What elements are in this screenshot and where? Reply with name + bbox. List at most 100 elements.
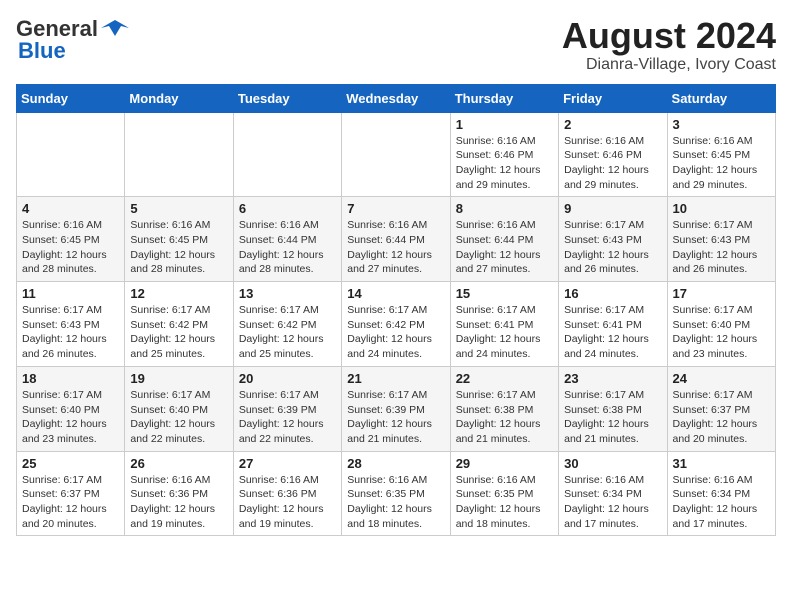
calendar-cell: 5 Sunrise: 6:16 AM Sunset: 6:45 PM Daylig…: [125, 197, 233, 282]
calendar-cell: 12 Sunrise: 6:17 AM Sunset: 6:42 PM Dayli…: [125, 282, 233, 367]
calendar-cell: 10 Sunrise: 6:17 AM Sunset: 6:43 PM Dayli…: [667, 197, 775, 282]
day-number: 6: [239, 201, 336, 216]
calendar-cell: [342, 112, 450, 197]
month-year: August 2024: [562, 16, 776, 56]
day-number: 22: [456, 371, 553, 386]
day-info: Sunrise: 6:17 AM Sunset: 6:43 PM Dayligh…: [22, 303, 119, 362]
day-info: Sunrise: 6:16 AM Sunset: 6:36 PM Dayligh…: [130, 473, 227, 532]
day-info: Sunrise: 6:17 AM Sunset: 6:38 PM Dayligh…: [456, 388, 553, 447]
day-info: Sunrise: 6:17 AM Sunset: 6:41 PM Dayligh…: [564, 303, 661, 362]
calendar-cell: 29Sunrise: 6:16 AM Sunset: 6:35 PM Dayli…: [450, 451, 558, 536]
calendar-week-row: 25 Sunrise: 6:17 AM Sunset: 6:37 PM Dayli…: [17, 451, 776, 536]
day-info: Sunrise: 6:17 AM Sunset: 6:42 PM Dayligh…: [130, 303, 227, 362]
calendar-cell: 11 Sunrise: 6:17 AM Sunset: 6:43 PM Dayli…: [17, 282, 125, 367]
day-number: 23: [564, 371, 661, 386]
calendar-cell: 13 Sunrise: 6:17 AM Sunset: 6:42 PM Dayli…: [233, 282, 341, 367]
day-number: 16: [564, 286, 661, 301]
day-number: 3: [673, 117, 770, 132]
calendar-week-row: 1 Sunrise: 6:16 AM Sunset: 6:46 PM Daylig…: [17, 112, 776, 197]
calendar-cell: 31Sunrise: 6:16 AM Sunset: 6:34 PM Dayli…: [667, 451, 775, 536]
weekday-header: Wednesday: [342, 84, 450, 112]
day-number: 26: [130, 456, 227, 471]
calendar-week-row: 11 Sunrise: 6:17 AM Sunset: 6:43 PM Dayli…: [17, 282, 776, 367]
day-number: 14: [347, 286, 444, 301]
day-info: Sunrise: 6:17 AM Sunset: 6:42 PM Dayligh…: [347, 303, 444, 362]
calendar-cell: 22 Sunrise: 6:17 AM Sunset: 6:38 PM Dayli…: [450, 366, 558, 451]
day-info: Sunrise: 6:16 AM Sunset: 6:36 PM Dayligh…: [239, 473, 336, 532]
weekday-header: Friday: [559, 84, 667, 112]
calendar-cell: 25 Sunrise: 6:17 AM Sunset: 6:37 PM Dayli…: [17, 451, 125, 536]
calendar-cell: 27 Sunrise: 6:16 AM Sunset: 6:36 PM Dayli…: [233, 451, 341, 536]
day-info: Sunrise: 6:17 AM Sunset: 6:38 PM Dayligh…: [564, 388, 661, 447]
day-number: 18: [22, 371, 119, 386]
calendar-cell: 1Sunrise: 6:16 AM Sunset: 6:46 PM Daylig…: [450, 112, 558, 197]
day-info: Sunrise: 6:16 AM Sunset: 6:45 PM Dayligh…: [130, 218, 227, 277]
weekday-header: Sunday: [17, 84, 125, 112]
day-number: 27: [239, 456, 336, 471]
calendar-cell: 23 Sunrise: 6:17 AM Sunset: 6:38 PM Dayli…: [559, 366, 667, 451]
weekday-header: Tuesday: [233, 84, 341, 112]
day-number: 11: [22, 286, 119, 301]
day-number: 12: [130, 286, 227, 301]
day-info: Sunrise: 6:17 AM Sunset: 6:40 PM Dayligh…: [22, 388, 119, 447]
day-number: 8: [456, 201, 553, 216]
day-info: Sunrise: 6:16 AM Sunset: 6:44 PM Dayligh…: [347, 218, 444, 277]
calendar-cell: 17Sunrise: 6:17 AM Sunset: 6:40 PM Dayli…: [667, 282, 775, 367]
logo: General Blue: [16, 16, 130, 64]
calendar-cell: 21 Sunrise: 6:17 AM Sunset: 6:39 PM Dayli…: [342, 366, 450, 451]
calendar-cell: 24 Sunrise: 6:17 AM Sunset: 6:37 PM Dayli…: [667, 366, 775, 451]
calendar-cell: 14 Sunrise: 6:17 AM Sunset: 6:42 PM Dayli…: [342, 282, 450, 367]
calendar-cell: 6Sunrise: 6:16 AM Sunset: 6:44 PM Daylig…: [233, 197, 341, 282]
day-info: Sunrise: 6:17 AM Sunset: 6:42 PM Dayligh…: [239, 303, 336, 362]
day-number: 5: [130, 201, 227, 216]
day-number: 13: [239, 286, 336, 301]
calendar-week-row: 18 Sunrise: 6:17 AM Sunset: 6:40 PM Dayli…: [17, 366, 776, 451]
calendar-cell: 16 Sunrise: 6:17 AM Sunset: 6:41 PM Dayli…: [559, 282, 667, 367]
day-number: 10: [673, 201, 770, 216]
day-info: Sunrise: 6:17 AM Sunset: 6:43 PM Dayligh…: [673, 218, 770, 277]
day-number: 29: [456, 456, 553, 471]
day-number: 9: [564, 201, 661, 216]
day-info: Sunrise: 6:16 AM Sunset: 6:34 PM Dayligh…: [673, 473, 770, 532]
day-info: Sunrise: 6:16 AM Sunset: 6:44 PM Dayligh…: [456, 218, 553, 277]
header: General Blue August 2024 Dianra-Village,…: [16, 16, 776, 74]
location: Dianra-Village, Ivory Coast: [562, 56, 776, 74]
calendar-cell: 19Sunrise: 6:17 AM Sunset: 6:40 PM Dayli…: [125, 366, 233, 451]
day-info: Sunrise: 6:17 AM Sunset: 6:43 PM Dayligh…: [564, 218, 661, 277]
calendar-cell: [233, 112, 341, 197]
day-info: Sunrise: 6:17 AM Sunset: 6:37 PM Dayligh…: [22, 473, 119, 532]
day-info: Sunrise: 6:16 AM Sunset: 6:46 PM Dayligh…: [564, 134, 661, 193]
day-info: Sunrise: 6:16 AM Sunset: 6:35 PM Dayligh…: [347, 473, 444, 532]
logo-blue: Blue: [18, 38, 66, 64]
calendar-cell: 2 Sunrise: 6:16 AM Sunset: 6:46 PM Daylig…: [559, 112, 667, 197]
calendar-cell: [17, 112, 125, 197]
title-area: August 2024 Dianra-Village, Ivory Coast: [562, 16, 776, 74]
day-number: 2: [564, 117, 661, 132]
day-number: 24: [673, 371, 770, 386]
calendar-cell: 26 Sunrise: 6:16 AM Sunset: 6:36 PM Dayli…: [125, 451, 233, 536]
day-info: Sunrise: 6:17 AM Sunset: 6:39 PM Dayligh…: [347, 388, 444, 447]
calendar-cell: 20 Sunrise: 6:17 AM Sunset: 6:39 PM Dayli…: [233, 366, 341, 451]
calendar-cell: 30 Sunrise: 6:16 AM Sunset: 6:34 PM Dayli…: [559, 451, 667, 536]
day-number: 4: [22, 201, 119, 216]
day-number: 7: [347, 201, 444, 216]
calendar-cell: 4 Sunrise: 6:16 AM Sunset: 6:45 PM Daylig…: [17, 197, 125, 282]
calendar-cell: [125, 112, 233, 197]
calendar-cell: 9 Sunrise: 6:17 AM Sunset: 6:43 PM Daylig…: [559, 197, 667, 282]
day-number: 28: [347, 456, 444, 471]
day-number: 21: [347, 371, 444, 386]
day-number: 20: [239, 371, 336, 386]
calendar-cell: 3Sunrise: 6:16 AM Sunset: 6:45 PM Daylig…: [667, 112, 775, 197]
day-number: 1: [456, 117, 553, 132]
day-number: 15: [456, 286, 553, 301]
day-number: 30: [564, 456, 661, 471]
calendar: SundayMondayTuesdayWednesdayThursdayFrid…: [16, 84, 776, 537]
day-info: Sunrise: 6:17 AM Sunset: 6:40 PM Dayligh…: [130, 388, 227, 447]
day-info: Sunrise: 6:17 AM Sunset: 6:37 PM Dayligh…: [673, 388, 770, 447]
weekday-header: Monday: [125, 84, 233, 112]
day-info: Sunrise: 6:16 AM Sunset: 6:34 PM Dayligh…: [564, 473, 661, 532]
day-info: Sunrise: 6:17 AM Sunset: 6:39 PM Dayligh…: [239, 388, 336, 447]
day-info: Sunrise: 6:17 AM Sunset: 6:41 PM Dayligh…: [456, 303, 553, 362]
day-info: Sunrise: 6:16 AM Sunset: 6:45 PM Dayligh…: [22, 218, 119, 277]
day-number: 25: [22, 456, 119, 471]
